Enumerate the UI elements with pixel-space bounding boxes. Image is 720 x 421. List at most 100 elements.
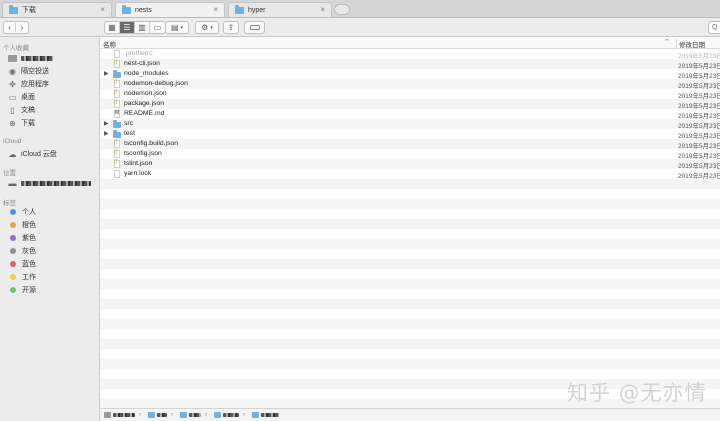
- table-row[interactable]: tsconfig.json2019年5月23日: [100, 149, 720, 160]
- sidebar-item-tag-orange[interactable]: 橙色: [8, 219, 98, 231]
- column-header-date[interactable]: 修改日期: [676, 39, 705, 49]
- table-row[interactable]: README.md2019年5月23日: [100, 109, 720, 120]
- sidebar-item-label: iCloud 云盘: [21, 151, 57, 158]
- share-button[interactable]: ⇪: [223, 21, 239, 34]
- desktop-icon: ▭: [8, 92, 17, 102]
- file-name: README.md: [124, 110, 165, 117]
- tag-dot-icon: [10, 248, 16, 254]
- table-row[interactable]: nest-cli.json2019年5月23日: [100, 59, 720, 70]
- folder-icon: [122, 4, 131, 14]
- tab-bar: 下载 × nests × hyper ×: [0, 0, 720, 18]
- cloud-icon: ☁: [8, 149, 17, 159]
- table-row[interactable]: nodemon.json2019年5月23日: [100, 89, 720, 100]
- table-row[interactable]: .prettierrc 2019年5月23日: [100, 49, 720, 60]
- icon-view-icon[interactable]: ▦: [105, 22, 120, 33]
- path-crumb[interactable]: ›: [180, 412, 207, 418]
- sidebar-item-downloads[interactable]: ⊕ 下载: [8, 117, 98, 129]
- empty-row: [100, 269, 720, 279]
- back-forward-buttons[interactable]: ‹ ›: [3, 21, 29, 34]
- disclosure-triangle-icon[interactable]: ▶: [104, 120, 109, 127]
- sidebar-item-tag-blue[interactable]: 蓝色: [8, 258, 98, 270]
- group-button[interactable]: ▤ ▾: [165, 21, 189, 34]
- sidebar-item-tag-work[interactable]: 工作: [8, 271, 98, 283]
- folder-icon: [9, 4, 18, 14]
- sidebar-item-icloud-drive[interactable]: ☁ iCloud 云盘: [8, 148, 98, 160]
- tab-downloads[interactable]: 下载 ×: [2, 2, 112, 17]
- folder-icon: [252, 412, 259, 418]
- table-row[interactable]: tsconfig.build.json2019年5月23日: [100, 139, 720, 150]
- path-crumb[interactable]: ›: [214, 412, 245, 418]
- path-crumb[interactable]: ›: [148, 412, 173, 418]
- table-row[interactable]: ▶ test 2019年5月23日: [100, 129, 720, 140]
- disclosure-triangle-icon[interactable]: ▶: [104, 70, 109, 77]
- chevron-right-icon[interactable]: ›: [16, 23, 28, 32]
- empty-row: [100, 299, 720, 309]
- file-name: .prettierrc: [124, 50, 153, 57]
- folder-icon: [180, 412, 187, 418]
- disclosure-triangle-icon[interactable]: ▶: [104, 130, 109, 137]
- sidebar-item-applications[interactable]: ✜ 应用程序: [8, 78, 98, 90]
- table-row[interactable]: ▶ src 2019年5月23日: [100, 119, 720, 130]
- tab-label: nests: [135, 6, 152, 14]
- empty-row: [100, 339, 720, 349]
- sidebar: 个人收藏 ◉ 隔空投送 ✜ 应用程序 ▭ 桌面 ▯ 文稿 ⊕ 下载 iCloud…: [0, 37, 100, 421]
- table-row[interactable]: tslint.json2019年5月23日: [100, 159, 720, 170]
- chevron-down-icon: ▾: [210, 24, 213, 31]
- search-input[interactable]: Q: [708, 21, 720, 34]
- sidebar-item-desktop[interactable]: ▭ 桌面: [8, 91, 98, 103]
- empty-row: [100, 329, 720, 339]
- disk-icon: [104, 412, 111, 418]
- file-icon: [114, 159, 120, 168]
- list-header: 名称 ⌃ 修改日期: [100, 37, 720, 49]
- sidebar-item-tag-gray[interactable]: 灰色: [8, 245, 98, 257]
- close-icon[interactable]: ×: [100, 6, 105, 14]
- sidebar-item-label: 蓝色: [22, 261, 36, 268]
- redacted-label: [189, 413, 201, 417]
- sidebar-item-documents[interactable]: ▯ 文稿: [8, 104, 98, 116]
- sidebar-item-label: 隔空投送: [21, 68, 49, 75]
- table-row[interactable]: nodemon-debug.json2019年5月23日: [100, 79, 720, 90]
- empty-row: [100, 219, 720, 229]
- file-icon: [114, 139, 120, 148]
- sidebar-item-tag-personal[interactable]: 个人: [8, 206, 98, 218]
- tag-button[interactable]: [244, 21, 265, 34]
- folder-icon: [148, 412, 155, 418]
- path-crumb[interactable]: ›: [104, 412, 141, 418]
- empty-row: [100, 209, 720, 219]
- empty-row: [100, 229, 720, 239]
- sidebar-item-airdrop[interactable]: ◉ 隔空投送: [8, 65, 98, 77]
- empty-row: [100, 319, 720, 329]
- close-icon[interactable]: ×: [213, 6, 218, 14]
- close-icon[interactable]: ×: [320, 6, 325, 14]
- table-row[interactable]: yarn.lock 2019年5月23日: [100, 169, 720, 180]
- chevron-left-icon[interactable]: ‹: [4, 23, 17, 32]
- folder-icon: [113, 70, 121, 78]
- tab-hyper[interactable]: hyper ×: [228, 2, 332, 17]
- section-locations: 位置: [3, 170, 16, 177]
- file-name: nodemon-debug.json: [124, 80, 188, 87]
- new-tab-button[interactable]: [334, 4, 350, 15]
- redacted-label: [261, 413, 279, 417]
- tab-nests[interactable]: nests ×: [115, 2, 225, 17]
- watermark: 知乎 @无亦情: [567, 381, 707, 405]
- sidebar-item-label: 开源: [22, 287, 36, 294]
- list-view-icon[interactable]: ☰: [120, 22, 135, 33]
- sidebar-item-home[interactable]: [8, 52, 98, 64]
- file-icon: [114, 89, 120, 98]
- redacted-label: [113, 413, 135, 417]
- action-button[interactable]: ⚙ ▾: [195, 21, 219, 34]
- tab-label: hyper: [248, 6, 266, 14]
- table-row[interactable]: package.json2019年5月23日: [100, 99, 720, 110]
- view-mode-segment[interactable]: ▦ ☰ ▥ ▭: [104, 21, 166, 34]
- table-row[interactable]: ▶ node_modules 2019年5月23日: [100, 69, 720, 80]
- column-header-name[interactable]: 名称: [103, 39, 116, 49]
- gallery-view-icon[interactable]: ▭: [150, 22, 165, 33]
- sidebar-item-tag-purple[interactable]: 紫色: [8, 232, 98, 244]
- toolbar: ‹ › ▦ ☰ ▥ ▭ ▤ ▾ ⚙ ▾ ⇪ Q: [0, 18, 720, 37]
- file-icon: [114, 79, 120, 88]
- sidebar-item-mac[interactable]: ▬: [8, 177, 98, 189]
- column-view-icon[interactable]: ▥: [135, 22, 150, 33]
- sidebar-item-tag-opensource[interactable]: 开源: [8, 284, 98, 296]
- path-crumb[interactable]: [252, 412, 279, 418]
- sidebar-item-label: 下载: [21, 120, 35, 127]
